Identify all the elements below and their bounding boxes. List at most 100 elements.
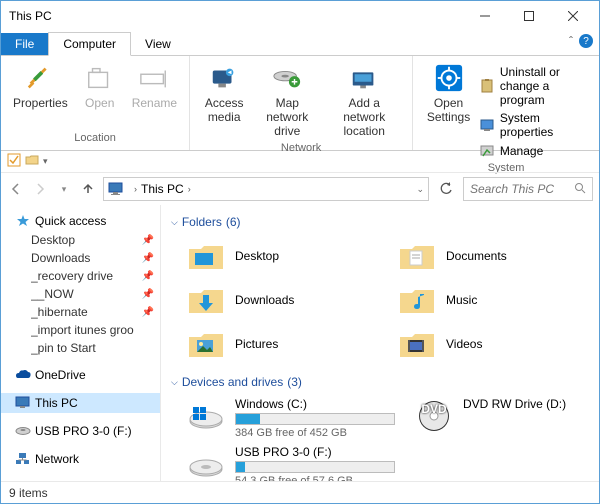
documents-icon [398,237,436,275]
chevron-down-icon: ⌵ [171,377,178,388]
dvd-drive-icon: DVD [415,397,453,435]
windows-drive-icon [187,397,225,435]
refresh-button[interactable] [435,178,457,200]
drive-usb[interactable]: USB PRO 3-0 (F:) 54.3 GB free of 57.6 GB [187,445,395,481]
sidebar-quick-access[interactable]: Quick access [1,211,160,231]
sidebar-item-hibernate[interactable]: _hibernate📌 [1,303,160,321]
folder-label: Videos [446,337,482,351]
drive-label: USB PRO 3-0 (F:) [235,445,395,459]
drive-label: DVD RW Drive (D:) [463,397,589,411]
folder-pictures[interactable]: Pictures [187,325,378,363]
sidebar-usb[interactable]: USB PRO 3-0 (F:) [1,421,160,441]
map-drive-icon [271,62,303,94]
this-pc-icon [108,181,124,197]
system-properties-button[interactable]: System properties [480,110,591,140]
open-icon [84,62,116,94]
drive-c[interactable]: Windows (C:) 384 GB free of 452 GB [187,397,395,439]
media-icon [208,62,240,94]
videos-icon [398,325,436,363]
uninstall-button[interactable]: Uninstall or change a program [480,64,591,108]
close-button[interactable] [551,2,595,30]
sidebar-item-pin[interactable]: _pin to Start [1,339,160,357]
collapse-ribbon-icon[interactable]: ˆ [569,34,573,48]
folder-music[interactable]: Music [398,281,589,319]
minimize-button[interactable] [463,2,507,30]
status-item-count: 9 items [9,486,48,500]
desktop-icon [187,237,225,275]
content-pane: ⌵Folders (6) Desktop Documents Downloads… [161,205,599,481]
sidebar-this-pc[interactable]: This PC [1,393,160,413]
drive-dvd[interactable]: DVD DVD RW Drive (D:) [415,397,589,435]
this-pc-icon [15,395,31,411]
navigation-pane: Quick access Desktop📌 Downloads📌 _recove… [1,205,161,481]
pin-icon: 📌 [142,235,154,246]
address-bar[interactable]: › This PC › ⌄ [103,177,429,201]
svg-text:DVD: DVD [421,402,447,416]
folder-label: Music [446,293,477,307]
open-settings-button[interactable]: Open Settings [421,60,476,126]
open-button: Open [76,60,124,112]
help-icon[interactable]: ? [579,34,593,48]
add-location-icon [348,62,380,94]
usage-bar [235,461,395,473]
drive-label: Windows (C:) [235,397,395,411]
pin-icon: 📌 [142,289,154,300]
address-dropdown-icon[interactable]: ⌄ [416,184,424,195]
breadcrumb-this-pc[interactable]: This PC [141,182,184,196]
usb-drive-icon [187,445,225,481]
folder-downloads[interactable]: Downloads [187,281,378,319]
pin-icon: 📌 [142,253,154,264]
up-button[interactable] [79,180,97,198]
tab-file[interactable]: File [1,33,48,55]
sidebar-item-desktop[interactable]: Desktop📌 [1,231,160,249]
sidebar-item-recovery[interactable]: _recovery drive📌 [1,267,160,285]
sidebar-network[interactable]: Network [1,449,160,469]
add-location-button[interactable]: Add a network location [324,60,404,140]
tab-computer[interactable]: Computer [48,32,131,56]
folder-label: Documents [446,249,507,263]
map-drive-button[interactable]: Map network drive [254,60,320,140]
music-icon [398,281,436,319]
breadcrumb-chevron-icon[interactable]: › [134,184,137,194]
qat-dropdown-icon[interactable]: ▾ [43,156,48,167]
folder-documents[interactable]: Documents [398,237,589,275]
uninstall-icon [480,78,496,94]
folder-label: Pictures [235,337,278,351]
pictures-icon [187,325,225,363]
onedrive-icon [15,367,31,383]
folders-section-header[interactable]: ⌵Folders (6) [171,215,589,229]
sidebar-item-now[interactable]: __NOW📌 [1,285,160,303]
search-input[interactable] [470,182,570,196]
search-box[interactable] [463,177,593,201]
sidebar-item-import[interactable]: _import itunes groo [1,321,160,339]
folder-label: Desktop [235,249,279,263]
properties-button[interactable]: Properties [9,60,72,112]
group-location-label: Location [9,130,181,146]
back-button[interactable] [7,180,25,198]
window-title: This PC [9,9,463,23]
folder-label: Downloads [235,293,294,307]
sidebar-item-downloads[interactable]: Downloads📌 [1,249,160,267]
qat-folder-icon[interactable] [25,153,39,170]
settings-icon [433,62,465,94]
pin-icon: 📌 [142,307,154,318]
usage-bar [235,413,395,425]
chevron-down-icon: ⌵ [171,217,178,228]
folder-desktop[interactable]: Desktop [187,237,378,275]
downloads-icon [187,281,225,319]
folder-videos[interactable]: Videos [398,325,589,363]
tab-view[interactable]: View [131,33,185,55]
sidebar-onedrive[interactable]: OneDrive [1,365,160,385]
drives-section-header[interactable]: ⌵Devices and drives (3) [171,375,589,389]
rename-button: Rename [128,60,181,112]
network-icon [15,451,31,467]
breadcrumb-chevron-icon[interactable]: › [188,184,191,194]
maximize-button[interactable] [507,2,551,30]
system-props-icon [480,117,496,133]
rename-icon [138,62,170,94]
forward-button[interactable] [31,180,49,198]
star-icon [15,213,31,229]
qat-checkbox-icon[interactable] [7,153,21,170]
access-media-button[interactable]: Access media [198,60,250,126]
recent-dropdown[interactable]: ▾ [55,180,73,198]
